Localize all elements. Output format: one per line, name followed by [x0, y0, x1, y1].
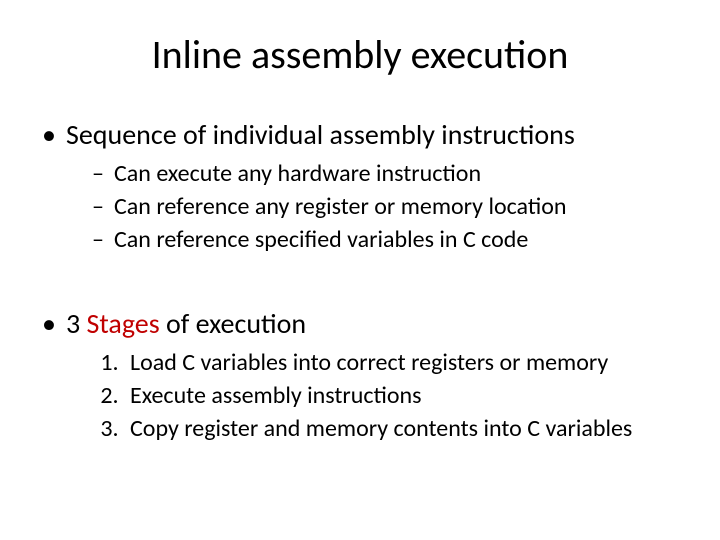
sub-num-item: Copy register and memory contents into C…	[124, 413, 680, 444]
bullet-item: Sequence of individual assembly instruct…	[42, 117, 680, 256]
sub-num-item: Load C variables into correct registers …	[124, 347, 680, 378]
sub-numbered-list: Load C variables into correct registers …	[66, 347, 680, 445]
bullet-text-prefix: 3	[66, 306, 87, 341]
bullet-text: Sequence of individual assembly instruct…	[66, 117, 575, 152]
slide-title: Inline assembly execution	[40, 30, 680, 79]
sub-list: Can execute any hardware instruction Can…	[66, 158, 680, 256]
sub-item: Can execute any hardware instruction	[92, 158, 680, 189]
sub-item: Can reference any register or memory loc…	[92, 191, 680, 222]
bullet-item: 3 Stages of execution Load C variables i…	[42, 306, 680, 445]
slide: Inline assembly execution Sequence of in…	[0, 0, 720, 540]
bullet-text-red: Stages	[87, 306, 160, 341]
bullet-text-suffix: of execution	[160, 306, 306, 341]
bullet-list: 3 Stages of execution Load C variables i…	[40, 306, 680, 445]
spacer	[40, 260, 680, 306]
bullet-list: Sequence of individual assembly instruct…	[40, 117, 680, 256]
sub-num-item: Execute assembly instructions	[124, 380, 680, 411]
sub-item: Can reference specified variables in C c…	[92, 224, 680, 255]
